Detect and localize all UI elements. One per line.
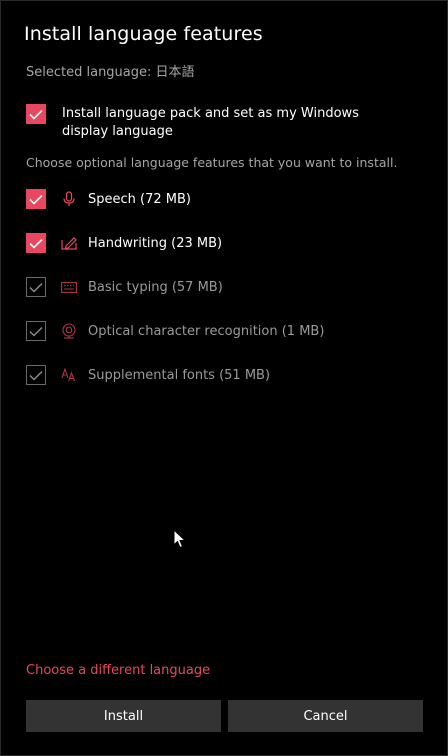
feature-ocr: Optical character recognition (1 MB) [26,321,426,341]
install-language-features-dialog: Install language features Selected langu… [0,0,448,756]
speech-checkbox[interactable] [26,189,46,209]
ocr-label: Optical character recognition (1 MB) [88,323,325,339]
mouse-cursor-icon [173,528,187,553]
install-language-pack-option[interactable]: Install language pack and set as my Wind… [26,104,426,141]
selected-language-text: Selected language: 日本語 [26,65,195,80]
supplemental-fonts-label: Supplemental fonts (51 MB) [88,367,271,383]
dialog-title: Install language features [24,23,263,45]
basic-typing-checkbox [26,277,46,297]
checkmark-icon [29,282,43,293]
handwriting-label: Handwriting (23 MB) [88,235,223,251]
font-icon [60,366,78,384]
choose-features-text: Choose optional language features that y… [26,155,398,170]
ocr-checkbox [26,321,46,341]
checkmark-icon [29,326,43,337]
handwriting-checkbox[interactable] [26,233,46,253]
checkmark-icon [29,109,43,120]
cancel-button[interactable]: Cancel [228,700,423,732]
install-button[interactable]: Install [26,700,221,732]
supplemental-fonts-checkbox [26,365,46,385]
speech-label: Speech (72 MB) [88,191,191,207]
microphone-icon [60,190,78,208]
feature-handwriting[interactable]: Handwriting (23 MB) [26,233,426,253]
keyboard-icon [60,278,78,296]
feature-supplemental-fonts: Supplemental fonts (51 MB) [26,365,426,385]
checkmark-icon [29,370,43,381]
feature-basic-typing: Basic typing (57 MB) [26,277,426,297]
checkmark-icon [29,194,43,205]
feature-speech[interactable]: Speech (72 MB) [26,189,426,209]
handwriting-icon [60,234,78,252]
choose-different-language-link[interactable]: Choose a different language [26,663,210,678]
ocr-icon [60,322,78,340]
install-language-pack-checkbox[interactable] [26,104,46,124]
basic-typing-label: Basic typing (57 MB) [88,279,223,295]
install-language-pack-label: Install language pack and set as my Wind… [62,106,359,139]
checkmark-icon [29,238,43,249]
